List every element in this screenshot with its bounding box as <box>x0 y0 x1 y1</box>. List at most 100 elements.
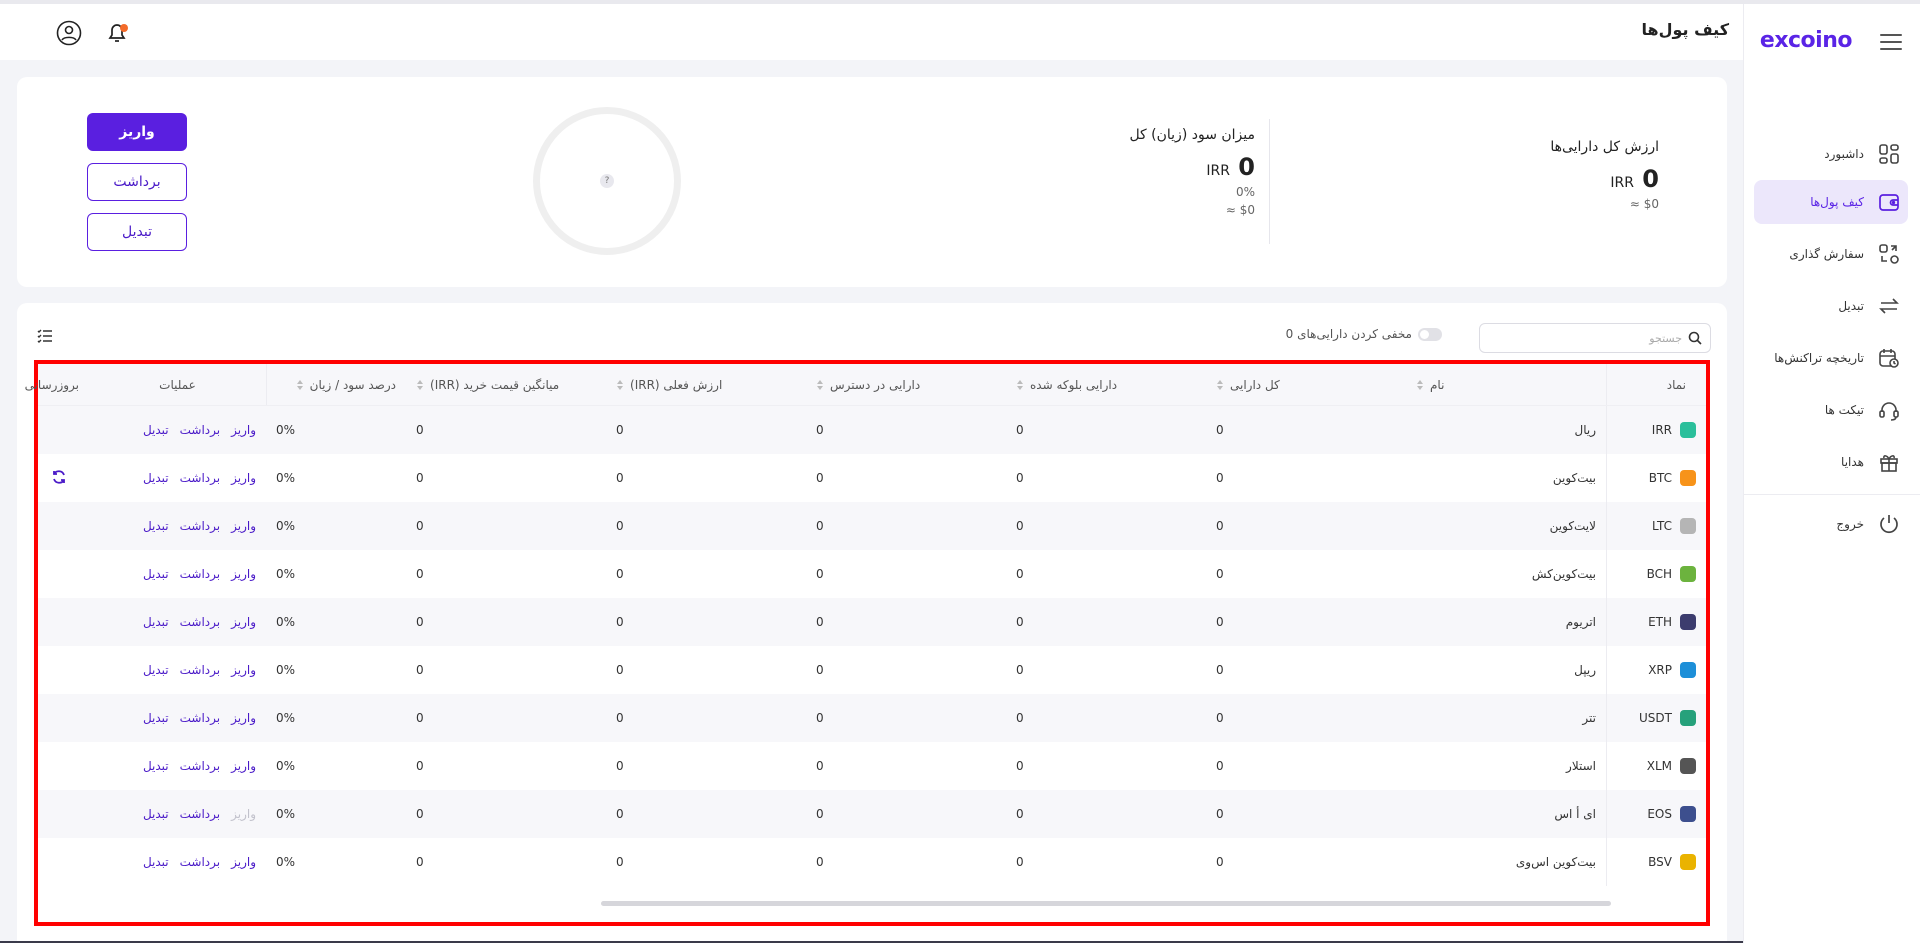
row-deposit-link[interactable]: واریز <box>231 855 256 869</box>
cell-total: 0 <box>1216 759 1224 773</box>
cell-symbol: BTC <box>1606 454 1706 502</box>
deposit-button[interactable]: واریز <box>87 113 187 151</box>
row-deposit-link[interactable]: واریز <box>231 567 256 581</box>
sidebar-item-label: داشبورد <box>1824 147 1864 161</box>
table-row: XLM استلار 0 0 0 0 0 0% واریز برداشت تبدیل <box>38 742 1706 790</box>
cell-avg-price: 0 <box>416 519 424 533</box>
sidebar-item-orders[interactable]: سفارش گذاری <box>1754 232 1908 276</box>
row-deposit-link[interactable]: واریز <box>231 519 256 533</box>
cell-available: 0 <box>816 471 824 485</box>
search-input[interactable]: جستجو <box>1479 323 1711 353</box>
cell-avg-price: 0 <box>416 855 424 869</box>
cell-avg-price: 0 <box>416 759 424 773</box>
header-blocked[interactable]: دارایی بلوکه شده <box>1006 378 1206 392</box>
row-withdraw-link[interactable]: برداشت <box>180 519 220 533</box>
sidebar-item-gifts[interactable]: هدایا <box>1754 440 1908 484</box>
sidebar-item-tickets[interactable]: تیکت ها <box>1754 388 1908 432</box>
sort-icon <box>416 379 424 391</box>
row-deposit-link[interactable]: واریز <box>231 615 256 629</box>
row-deposit-link[interactable]: واریز <box>231 711 256 725</box>
cell-avg-price: 0 <box>416 711 424 725</box>
sidebar-item-convert[interactable]: تبدیل <box>1754 284 1908 328</box>
header-symbol[interactable]: نماد <box>1606 364 1706 405</box>
cell-current-value: 0 <box>616 423 624 437</box>
row-withdraw-link[interactable]: برداشت <box>180 711 220 725</box>
row-withdraw-link[interactable]: برداشت <box>180 615 220 629</box>
table-row: EOS ای أ اس 0 0 0 0 0 0% واریز برداشت تبدیل <box>38 790 1706 838</box>
cell-operations: واریز برداشت تبدیل <box>89 615 266 629</box>
row-withdraw-link[interactable]: برداشت <box>180 807 220 821</box>
help-icon[interactable]: ? <box>600 174 614 188</box>
cell-symbol: XRP <box>1606 646 1706 694</box>
column-settings-icon[interactable] <box>37 328 53 344</box>
header-pnl-percent[interactable]: درصد سود / زیان <box>266 364 406 405</box>
profit-loss-percent: 0% <box>1235 185 1255 199</box>
sidebar-item-label: تیکت ها <box>1824 403 1864 417</box>
row-convert-link[interactable]: تبدیل <box>143 567 169 581</box>
row-convert-link[interactable]: تبدیل <box>143 663 169 677</box>
cell-operations: واریز برداشت تبدیل <box>89 759 266 773</box>
sidebar-item-history[interactable]: تاریخچه تراکنش‌ها <box>1754 336 1908 380</box>
row-convert-link[interactable]: تبدیل <box>143 855 169 869</box>
header-name[interactable]: نام <box>1406 378 1606 392</box>
profit-loss-title: میزان سود (زیان) کل <box>1129 127 1255 143</box>
row-convert-link[interactable]: تبدیل <box>143 471 169 485</box>
cell-current-value: 0 <box>616 519 624 533</box>
convert-button[interactable]: تبدیل <box>87 213 187 251</box>
row-withdraw-link[interactable]: برداشت <box>180 471 220 485</box>
coin-icon <box>1680 758 1696 774</box>
hide-zero-assets[interactable]: مخفی کردن دارایی‌های 0 <box>1286 327 1442 341</box>
sidebar-item-logout[interactable]: خروج <box>1754 502 1908 546</box>
row-withdraw-link[interactable]: برداشت <box>180 759 220 773</box>
brand-logo[interactable]: excoino <box>1760 28 1853 53</box>
header-total[interactable]: کل دارایی <box>1206 378 1406 392</box>
cell-name: ای أ اس <box>1554 807 1596 821</box>
row-convert-link[interactable]: تبدیل <box>143 711 169 725</box>
sidebar-item-wallets[interactable]: کیف پول‌ها <box>1754 180 1908 224</box>
row-deposit-link[interactable]: واریز <box>231 471 256 485</box>
total-assets-value: IRR 0 <box>1610 165 1659 193</box>
cell-operations: واریز برداشت تبدیل <box>89 519 266 533</box>
swap-icon <box>1876 293 1902 319</box>
row-withdraw-link[interactable]: برداشت <box>180 423 220 437</box>
total-assets-block: ارزش کل دارایی‌ها IRR 0 ≈ $0 <box>1550 139 1659 211</box>
table-row: ETH اتریوم 0 0 0 0 0 0% واریز برداشت تبدیل <box>38 598 1706 646</box>
header-avg-price[interactable]: میانگین قیمت خرید (IRR) <box>406 378 606 392</box>
sort-icon <box>616 379 624 391</box>
header-available[interactable]: دارایی در دسترس <box>806 378 1006 392</box>
row-convert-link[interactable]: تبدیل <box>143 423 169 437</box>
user-profile-icon[interactable] <box>56 20 82 46</box>
coin-icon <box>1680 710 1696 726</box>
menu-icon[interactable] <box>1880 34 1902 50</box>
table-row: LTC لایت‌کوین 0 0 0 0 0 0% واریز برداشت تبدیل <box>38 502 1706 550</box>
sidebar-item-dashboard[interactable]: داشبورد <box>1754 132 1908 176</box>
row-convert-link[interactable]: تبدیل <box>143 519 169 533</box>
header-current-value[interactable]: ارزش فعلی (IRR) <box>606 378 806 392</box>
row-withdraw-link[interactable]: برداشت <box>180 663 220 677</box>
cell-blocked: 0 <box>1016 519 1024 533</box>
hide-zero-toggle[interactable] <box>1418 327 1442 341</box>
coin-icon <box>1680 470 1696 486</box>
cell-available: 0 <box>816 663 824 677</box>
cell-current-value: 0 <box>616 663 624 677</box>
row-convert-link[interactable]: تبدیل <box>143 615 169 629</box>
gift-icon <box>1876 449 1902 475</box>
notification-bell-icon[interactable] <box>104 20 130 46</box>
cell-current-value: 0 <box>616 471 624 485</box>
cell-total: 0 <box>1216 807 1224 821</box>
horizontal-scrollbar[interactable] <box>601 901 1611 906</box>
row-withdraw-link[interactable]: برداشت <box>180 855 220 869</box>
row-deposit-link[interactable]: واریز <box>231 423 256 437</box>
sidebar-divider <box>1744 494 1920 495</box>
dashboard-icon <box>1876 141 1902 167</box>
withdraw-button[interactable]: برداشت <box>87 163 187 201</box>
row-convert-link[interactable]: تبدیل <box>143 759 169 773</box>
row-convert-link[interactable]: تبدیل <box>143 807 169 821</box>
cell-operations: واریز برداشت تبدیل <box>89 711 266 725</box>
row-deposit-link[interactable]: واریز <box>231 759 256 773</box>
refresh-icon[interactable] <box>51 469 67 488</box>
row-deposit-link[interactable]: واریز <box>231 663 256 677</box>
header-operations: عملیات <box>159 377 196 392</box>
coin-icon <box>1680 806 1696 822</box>
row-withdraw-link[interactable]: برداشت <box>180 567 220 581</box>
